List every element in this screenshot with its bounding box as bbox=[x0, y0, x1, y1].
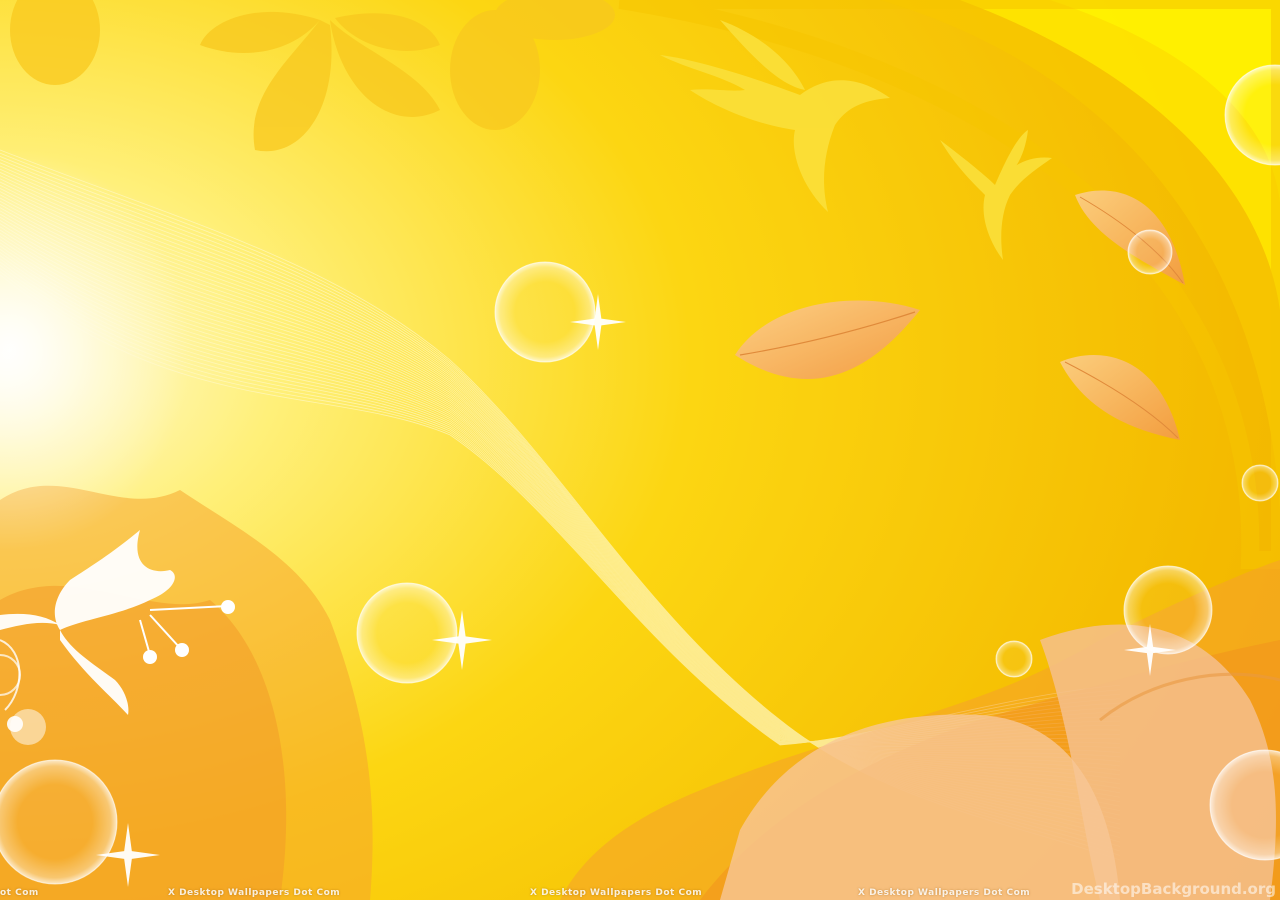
bubble bbox=[995, 640, 1033, 678]
watermark-text: X Desktop Wallpapers Dot Com bbox=[168, 888, 341, 898]
watermark-text: X Desktop Wallpapers Dot Com bbox=[858, 888, 1031, 898]
bubble bbox=[356, 582, 458, 684]
bubble bbox=[1123, 565, 1213, 655]
watermark-text: ot Com bbox=[0, 888, 39, 898]
site-watermark: DesktopBackground.org bbox=[1071, 880, 1276, 898]
wallpaper-scene bbox=[0, 0, 1280, 900]
bubble bbox=[0, 759, 118, 885]
watermark-text: X Desktop Wallpapers Dot Com bbox=[530, 888, 703, 898]
bubble bbox=[1241, 464, 1279, 502]
bubble bbox=[494, 261, 596, 363]
bubble bbox=[1127, 229, 1173, 275]
